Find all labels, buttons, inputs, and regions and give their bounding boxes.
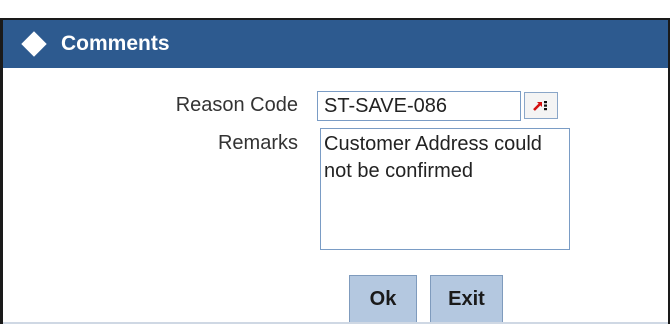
- dialog-titlebar: Comments: [3, 20, 668, 68]
- comments-dialog: Comments Reason Code Remarks Customer Ad…: [0, 18, 670, 324]
- ok-button[interactable]: Ok: [349, 275, 417, 323]
- list-of-values-icon: [533, 101, 547, 111]
- reason-code-lov-button[interactable]: [524, 92, 558, 119]
- dialog-title: Comments: [61, 32, 170, 55]
- diamond-icon: [21, 31, 47, 57]
- exit-button[interactable]: Exit: [430, 275, 503, 323]
- remarks-label: Remarks: [217, 132, 298, 154]
- reason-code-input[interactable]: [317, 91, 521, 121]
- dialog-body: Reason Code Remarks Customer Address cou…: [3, 68, 668, 324]
- top-strip: [0, 0, 672, 18]
- reason-code-label: Reason Code: [175, 94, 298, 116]
- remarks-textarea[interactable]: Customer Address could not be confirmed: [320, 128, 570, 250]
